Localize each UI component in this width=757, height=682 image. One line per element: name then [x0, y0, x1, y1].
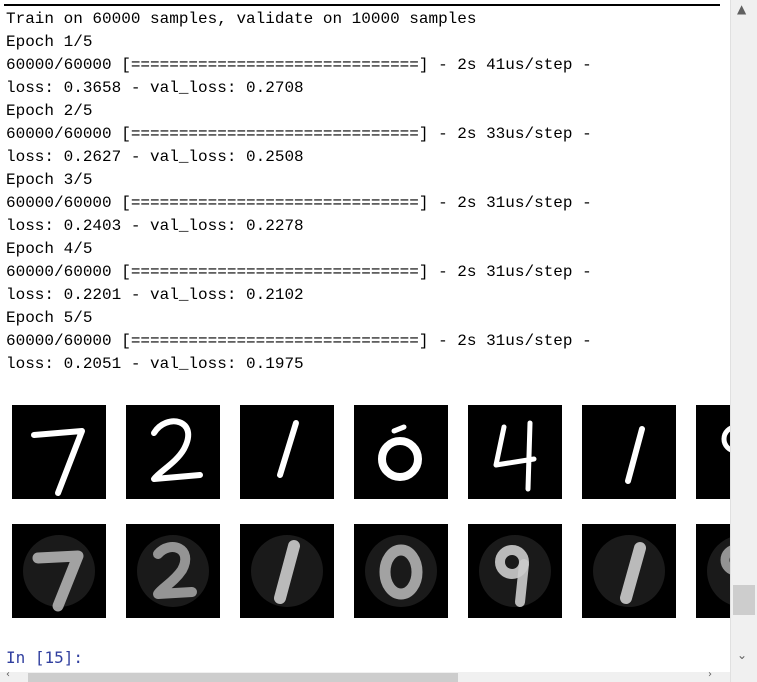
chevron-down-icon[interactable]: ⌄	[737, 648, 747, 662]
horizontal-scroll-thumb[interactable]	[28, 673, 458, 682]
chevron-up-icon[interactable]: ▲	[737, 2, 746, 16]
output-line: 60000/60000 [===========================…	[6, 194, 592, 212]
output-line: loss: 0.2051 - val_loss: 0.1975	[6, 355, 304, 373]
original-digit-4	[468, 405, 562, 499]
output-line: Epoch 4/5	[6, 240, 93, 258]
chevron-right-icon[interactable]: ›	[708, 669, 712, 680]
original-digit-2	[126, 405, 220, 499]
output-line: Epoch 1/5	[6, 33, 93, 51]
cell-divider	[4, 4, 720, 6]
output-line: Epoch 2/5	[6, 102, 93, 120]
vertical-scroll-thumb[interactable]	[733, 585, 755, 615]
vertical-scrollbar[interactable]: ▲ ⌄	[730, 0, 757, 682]
horizontal-scrollbar[interactable]: ‹ ›	[0, 669, 730, 682]
output-line: loss: 0.2403 - val_loss: 0.2278	[6, 217, 304, 235]
original-digit-1	[240, 405, 334, 499]
output-line: 60000/60000 [===========================…	[6, 263, 592, 281]
reconstructed-digit-2	[126, 524, 220, 618]
reconstructed-digit-9	[696, 524, 730, 618]
digit-figure	[0, 395, 730, 630]
original-digit-0	[354, 405, 448, 499]
reconstructed-digit-1	[582, 524, 676, 618]
output-line: loss: 0.2627 - val_loss: 0.2508	[6, 148, 304, 166]
output-line: Train on 60000 samples, validate on 1000…	[6, 10, 477, 28]
original-digit-1	[582, 405, 676, 499]
input-prompt[interactable]: In [15]:	[6, 648, 83, 667]
original-digit-9	[696, 405, 730, 499]
original-digit-7	[12, 405, 106, 499]
output-line: loss: 0.2201 - val_loss: 0.2102	[6, 286, 304, 304]
reconstructed-digit-1	[240, 524, 334, 618]
output-line: Epoch 3/5	[6, 171, 93, 189]
output-line: 60000/60000 [===========================…	[6, 56, 592, 74]
output-line: Epoch 5/5	[6, 309, 93, 327]
output-line: 60000/60000 [===========================…	[6, 332, 592, 350]
reconstructed-digit-7	[12, 524, 106, 618]
reconstructed-digit-0	[354, 524, 448, 618]
chevron-left-icon[interactable]: ‹	[6, 669, 10, 680]
reconstructed-digit-9	[468, 524, 562, 618]
output-line: 60000/60000 [===========================…	[6, 125, 592, 143]
output-line: loss: 0.3658 - val_loss: 0.2708	[6, 79, 304, 97]
training-output: Train on 60000 samples, validate on 1000…	[6, 8, 592, 376]
